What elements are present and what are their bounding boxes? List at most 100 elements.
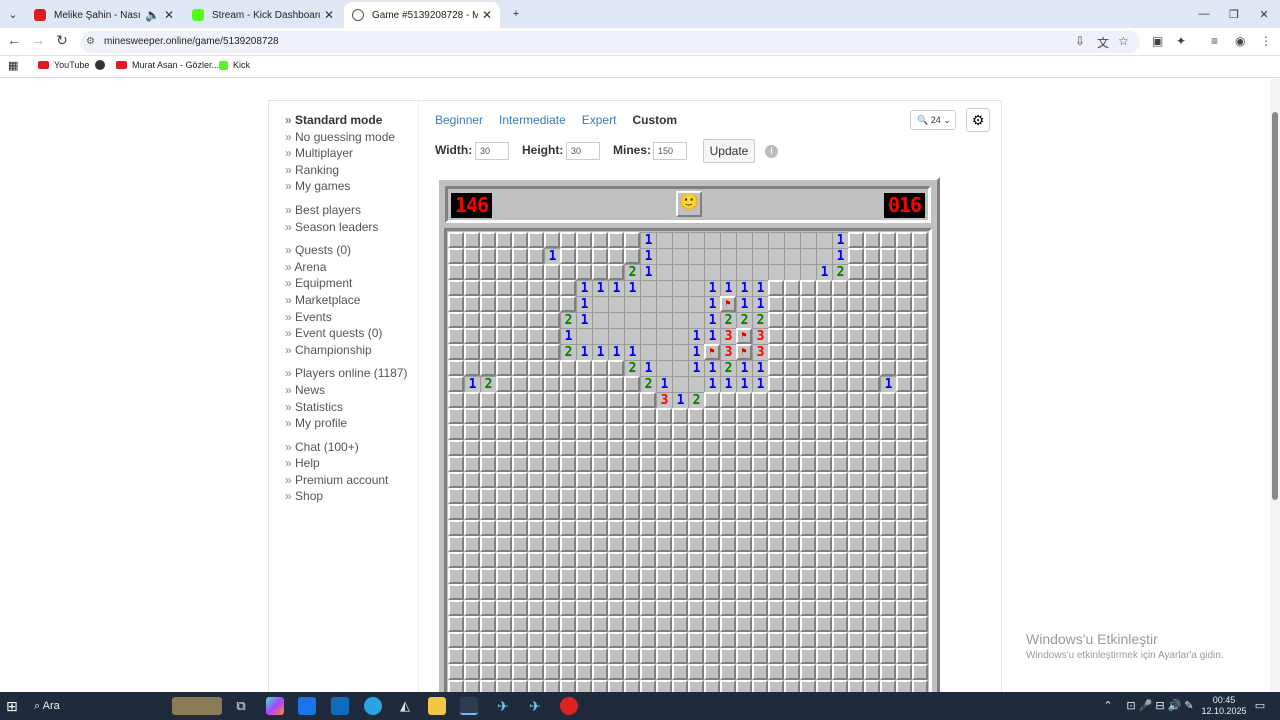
closed-cell[interactable]: [608, 504, 624, 520]
closed-cell[interactable]: [608, 648, 624, 664]
closed-cell[interactable]: [832, 392, 848, 408]
empty-cell[interactable]: [656, 248, 672, 264]
closed-cell[interactable]: [912, 408, 928, 424]
closed-cell[interactable]: [880, 296, 896, 312]
closed-cell[interactable]: [672, 424, 688, 440]
closed-cell[interactable]: [736, 472, 752, 488]
closed-cell[interactable]: [496, 328, 512, 344]
media-icon[interactable]: ≡: [1211, 34, 1218, 48]
closed-cell[interactable]: [896, 280, 912, 296]
closed-cell[interactable]: [528, 312, 544, 328]
sidebar-link[interactable]: My games: [285, 178, 408, 195]
closed-cell[interactable]: [448, 488, 464, 504]
closed-cell[interactable]: [912, 248, 928, 264]
closed-cell[interactable]: [816, 584, 832, 600]
closed-cell[interactable]: [896, 536, 912, 552]
closed-cell[interactable]: [864, 552, 880, 568]
closed-cell[interactable]: [912, 504, 928, 520]
empty-cell[interactable]: [624, 328, 640, 344]
closed-cell[interactable]: [912, 536, 928, 552]
number-cell[interactable]: 1: [736, 360, 752, 376]
closed-cell[interactable]: [704, 664, 720, 680]
closed-cell[interactable]: [480, 280, 496, 296]
extension-badge-icon[interactable]: ▣: [1152, 34, 1163, 48]
closed-cell[interactable]: [512, 312, 528, 328]
empty-cell[interactable]: [672, 344, 688, 360]
closed-cell[interactable]: [464, 232, 480, 248]
closed-cell[interactable]: [624, 504, 640, 520]
closed-cell[interactable]: [896, 600, 912, 616]
closed-cell[interactable]: [512, 488, 528, 504]
closed-cell[interactable]: [592, 504, 608, 520]
closed-cell[interactable]: [688, 424, 704, 440]
closed-cell[interactable]: [800, 280, 816, 296]
closed-cell[interactable]: [720, 408, 736, 424]
closed-cell[interactable]: [640, 616, 656, 632]
closed-cell[interactable]: [464, 616, 480, 632]
closed-cell[interactable]: [912, 616, 928, 632]
taskbar-search[interactable]: ⌕ Ara: [34, 692, 164, 720]
closed-cell[interactable]: [848, 264, 864, 280]
number-cell[interactable]: 1: [592, 280, 608, 296]
closed-cell[interactable]: [752, 648, 768, 664]
closed-cell[interactable]: [608, 664, 624, 680]
closed-cell[interactable]: [480, 536, 496, 552]
closed-cell[interactable]: [464, 440, 480, 456]
closed-cell[interactable]: [496, 296, 512, 312]
closed-cell[interactable]: [544, 568, 560, 584]
closed-cell[interactable]: [560, 232, 576, 248]
closed-cell[interactable]: [512, 440, 528, 456]
closed-cell[interactable]: [848, 280, 864, 296]
closed-cell[interactable]: [752, 440, 768, 456]
closed-cell[interactable]: [768, 504, 784, 520]
closed-cell[interactable]: [848, 456, 864, 472]
number-cell[interactable]: 1: [544, 248, 560, 264]
copilot-icon[interactable]: [266, 697, 284, 715]
closed-cell[interactable]: [704, 408, 720, 424]
closed-cell[interactable]: [512, 504, 528, 520]
closed-cell[interactable]: [896, 472, 912, 488]
closed-cell[interactable]: [608, 264, 624, 280]
closed-cell[interactable]: [512, 632, 528, 648]
closed-cell[interactable]: [672, 568, 688, 584]
closed-cell[interactable]: [448, 504, 464, 520]
empty-cell[interactable]: [672, 280, 688, 296]
closed-cell[interactable]: [496, 344, 512, 360]
closed-cell[interactable]: [656, 536, 672, 552]
closed-cell[interactable]: [864, 408, 880, 424]
closed-cell[interactable]: [560, 552, 576, 568]
closed-cell[interactable]: [768, 328, 784, 344]
closed-cell[interactable]: [816, 536, 832, 552]
closed-cell[interactable]: [528, 664, 544, 680]
closed-cell[interactable]: [688, 600, 704, 616]
closed-cell[interactable]: [608, 232, 624, 248]
closed-cell[interactable]: [880, 360, 896, 376]
closed-cell[interactable]: [912, 488, 928, 504]
closed-cell[interactable]: [576, 504, 592, 520]
closed-cell[interactable]: [768, 408, 784, 424]
empty-cell[interactable]: [688, 280, 704, 296]
closed-cell[interactable]: [592, 552, 608, 568]
closed-cell[interactable]: [896, 520, 912, 536]
sidebar-link[interactable]: Help: [285, 455, 408, 472]
closed-cell[interactable]: [880, 264, 896, 280]
closed-cell[interactable]: [528, 440, 544, 456]
closed-cell[interactable]: [640, 392, 656, 408]
closed-cell[interactable]: [496, 376, 512, 392]
closed-cell[interactable]: [656, 504, 672, 520]
closed-cell[interactable]: [704, 424, 720, 440]
number-cell[interactable]: 1: [464, 376, 480, 392]
closed-cell[interactable]: [544, 344, 560, 360]
closed-cell[interactable]: [528, 632, 544, 648]
closed-cell[interactable]: [512, 360, 528, 376]
closed-cell[interactable]: [800, 488, 816, 504]
closed-cell[interactable]: [784, 312, 800, 328]
closed-cell[interactable]: [592, 264, 608, 280]
closed-cell[interactable]: [880, 648, 896, 664]
closed-cell[interactable]: [528, 552, 544, 568]
closed-cell[interactable]: [832, 568, 848, 584]
closed-cell[interactable]: [480, 264, 496, 280]
closed-cell[interactable]: [544, 456, 560, 472]
closed-cell[interactable]: [800, 408, 816, 424]
closed-cell[interactable]: [816, 504, 832, 520]
